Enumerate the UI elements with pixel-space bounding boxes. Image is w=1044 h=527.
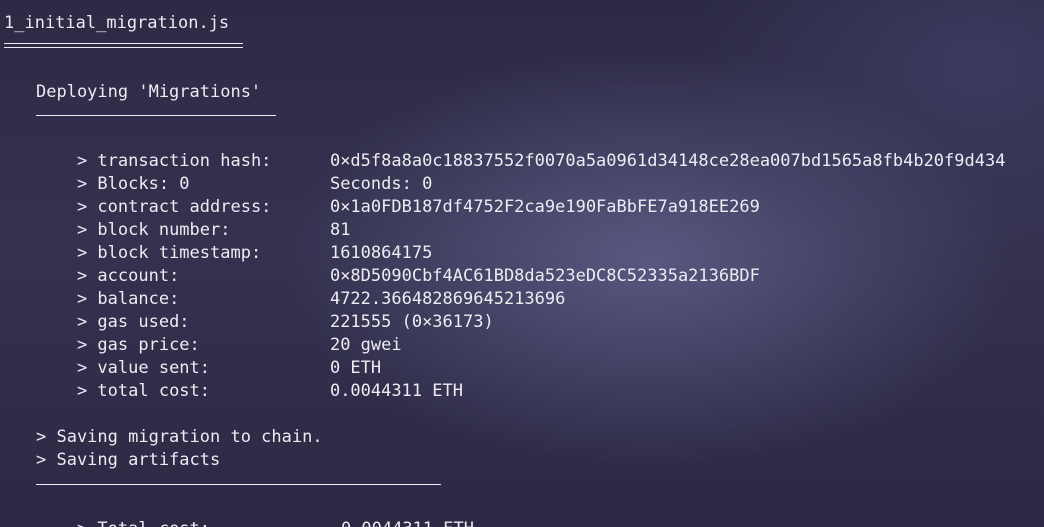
row-balance: > balance: 4722.366482869645213696 [36, 265, 565, 309]
row-block-timestamp: > block timestamp: 1610864175 [36, 219, 432, 263]
row-value: 0×1a0FDB187df4752F2ca9e190FaBbFE7a918EE2… [329, 197, 760, 217]
deploy-heading-underline [36, 115, 276, 116]
row-blocks: > Blocks: 0 Seconds: 0 [36, 150, 432, 194]
row-gas-used: > gas used: 221555 (0×36173) [36, 288, 494, 332]
summary-total-cost: > Total cost:0.0044311 ETH [36, 495, 474, 527]
saving-artifacts-line: > Saving artifacts [36, 450, 221, 470]
terminal-output[interactable]: 1_initial_migration.js Deploying 'Migrat… [0, 0, 1044, 527]
deploy-heading: Deploying 'Migrations' [36, 82, 262, 102]
title-double-underline [4, 43, 243, 48]
saving-migration-line: > Saving migration to chain. [36, 427, 323, 447]
summary-divider [36, 484, 441, 485]
row-value-sent: > value sent: 0 ETH [36, 334, 381, 378]
row-gas-price: > gas price: 20 gwei [36, 311, 402, 355]
row-account: > account: 0×8D5090Cbf4AC61BD8da523eDC8C5… [36, 242, 760, 286]
summary-total-value: 0.0044311 ETH [341, 519, 474, 527]
row-transaction-hash: > transaction hash: 0×d5f8a8a0c18837552f0… [36, 127, 1006, 171]
row-block-number: > block number: 81 [36, 196, 350, 240]
row-contract-address: > contract address: 0×1a0FDB187df4752F2ca… [36, 173, 760, 217]
summary-total-label: > Total cost: [77, 518, 341, 527]
migration-file-title: 1_initial_migration.js [4, 13, 230, 33]
row-total-cost: > total cost: 0.0044311 ETH [36, 357, 463, 401]
row-key: > total cost: [76, 381, 211, 401]
row-value: 0.0044311 ETH [329, 381, 464, 401]
